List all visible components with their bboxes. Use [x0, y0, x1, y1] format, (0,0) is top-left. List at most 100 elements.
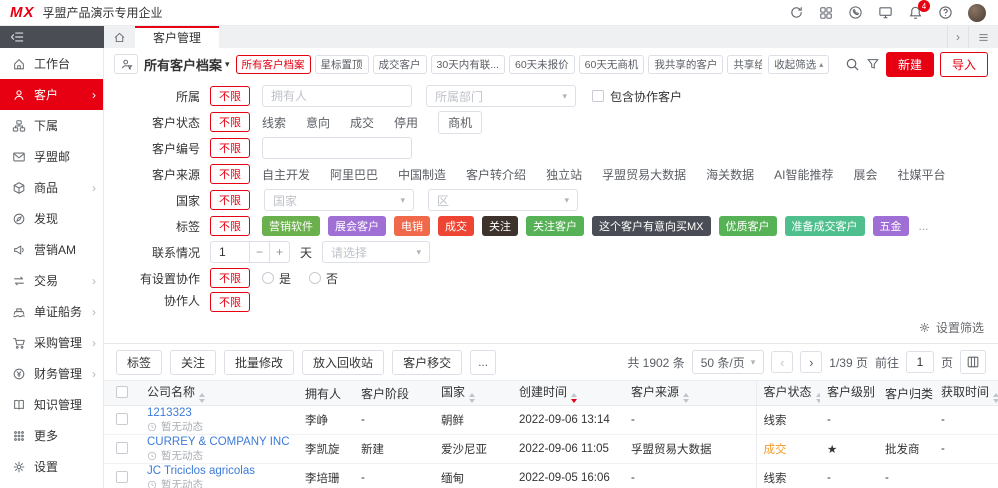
tab-list-icon[interactable]: [968, 26, 998, 48]
filter-settings-button[interactable]: 设置筛选: [104, 317, 998, 343]
bulk-action-button[interactable]: 批量修改: [224, 350, 294, 375]
help-icon[interactable]: [938, 5, 953, 20]
status-option[interactable]: 商机: [438, 111, 482, 134]
owner-input[interactable]: [262, 85, 412, 107]
tab-scroll-right-icon[interactable]: ›: [947, 26, 968, 48]
sort-icon[interactable]: [469, 393, 475, 403]
prev-page-button[interactable]: ‹: [771, 351, 793, 373]
sort-icon[interactable]: [816, 393, 820, 403]
filter-icon[interactable]: [866, 57, 880, 71]
sidebar-item-product[interactable]: 商品›: [0, 172, 103, 203]
status-option[interactable]: 成交: [350, 114, 374, 131]
unlimited-chip[interactable]: 不限: [210, 164, 250, 184]
unlimited-chip[interactable]: 不限: [210, 190, 250, 210]
quick-filter-chip[interactable]: 60天未报价: [509, 55, 575, 74]
unlimited-chip[interactable]: 不限: [210, 138, 250, 158]
tag-chip[interactable]: 展会客户: [328, 216, 386, 236]
sidebar-item-discover[interactable]: 发现: [0, 203, 103, 234]
column-header[interactable]: 客户级别: [820, 381, 878, 406]
saved-filter-icon[interactable]: [114, 54, 138, 74]
home-icon[interactable]: [104, 26, 135, 48]
source-option[interactable]: 阿里巴巴: [330, 166, 378, 183]
tag-chip[interactable]: 关注客户: [526, 216, 584, 236]
source-option[interactable]: 自主开发: [262, 166, 310, 183]
whatsapp-icon[interactable]: [848, 5, 863, 20]
tag-chip[interactable]: 优质客户: [719, 216, 777, 236]
more-tags-button[interactable]: ...: [919, 219, 929, 233]
sidebar-item-customer[interactable]: 客户›: [0, 79, 103, 110]
include-collab-checkbox[interactable]: 包含协作客户: [592, 88, 682, 105]
tag-chip[interactable]: 这个客户有意向买MX: [592, 216, 711, 236]
sidebar-item-marketing[interactable]: 营销AM: [0, 234, 103, 265]
tag-chip[interactable]: 成交: [438, 216, 474, 236]
tag-chip[interactable]: 关注: [482, 216, 518, 236]
select-all-checkbox[interactable]: [116, 386, 128, 398]
radio-yes[interactable]: 是: [262, 270, 291, 287]
unlimited-chip[interactable]: 不限: [210, 216, 250, 236]
source-option[interactable]: 社媒平台: [897, 166, 945, 183]
source-option[interactable]: 孚盟贸易大数据: [602, 166, 686, 183]
more-actions-button[interactable]: ...: [470, 350, 496, 375]
sidebar-item-more[interactable]: 更多: [0, 420, 103, 451]
tab-customer-management[interactable]: 客户管理: [135, 26, 219, 48]
sidebar-item-shipping[interactable]: 单证船务›: [0, 296, 103, 327]
sort-icon[interactable]: [683, 393, 689, 403]
radio-no[interactable]: 否: [309, 270, 338, 287]
quick-filter-chip[interactable]: 30天内有联...: [431, 55, 505, 74]
refresh-icon[interactable]: [789, 5, 804, 20]
source-option[interactable]: 展会: [853, 166, 877, 183]
column-header[interactable]: 国家: [434, 381, 512, 406]
country-select[interactable]: 国家▾: [264, 189, 414, 211]
unlimited-chip[interactable]: 不限: [210, 112, 250, 132]
view-title[interactable]: 所有客户档案▾: [144, 55, 230, 74]
source-option[interactable]: 独立站: [546, 166, 582, 183]
bulk-action-button[interactable]: 客户移交: [392, 350, 462, 375]
column-header[interactable]: 客户状态: [756, 381, 820, 406]
sidebar-item-knowledge[interactable]: 知识管理: [0, 389, 103, 420]
bulk-action-button[interactable]: 关注: [170, 350, 216, 375]
column-settings-icon[interactable]: [960, 350, 986, 374]
sidebar-item-purchase[interactable]: 采购管理›: [0, 327, 103, 358]
tag-chip[interactable]: 准备成交客户: [785, 216, 865, 236]
source-option[interactable]: 中国制造: [398, 166, 446, 183]
increment-button[interactable]: +: [270, 241, 290, 263]
apps-grid-icon[interactable]: [819, 6, 833, 20]
quick-filter-chip[interactable]: 共享给我的...: [727, 55, 762, 74]
sort-icon[interactable]: [199, 393, 205, 403]
goto-page-input[interactable]: [906, 351, 934, 373]
decrement-button[interactable]: −: [250, 241, 270, 263]
company-link[interactable]: CURREY & COMPANY INC: [147, 436, 291, 449]
search-icon[interactable]: [845, 57, 860, 72]
contact-days-input[interactable]: [210, 241, 250, 263]
row-checkbox[interactable]: [116, 442, 128, 454]
sidebar-item-trade[interactable]: 交易›: [0, 265, 103, 296]
bell-icon[interactable]: 4: [908, 5, 923, 20]
new-button[interactable]: 新建: [886, 52, 934, 77]
sidebar-item-subordinates[interactable]: 下属: [0, 110, 103, 141]
sidebar-collapse-button[interactable]: [0, 26, 104, 48]
sort-icon[interactable]: [993, 393, 998, 403]
customer-code-input[interactable]: [262, 137, 412, 159]
bulk-action-button[interactable]: 放入回收站: [302, 350, 384, 375]
tag-chip[interactable]: 电销: [394, 216, 430, 236]
sidebar-item-home[interactable]: 工作台: [0, 48, 103, 79]
unlimited-chip[interactable]: 不限: [210, 268, 250, 288]
column-header[interactable]: 公司名称: [140, 381, 298, 406]
row-checkbox[interactable]: [116, 413, 128, 425]
column-header[interactable]: 客户来源: [624, 381, 756, 406]
quick-filter-chip[interactable]: 60天无商机: [579, 55, 645, 74]
company-link[interactable]: JC Triciclos agricolas: [147, 465, 291, 478]
status-option[interactable]: 线索: [262, 114, 286, 131]
sort-icon[interactable]: [571, 393, 577, 403]
contact-type-select[interactable]: 请选择▾: [322, 241, 430, 263]
row-checkbox[interactable]: [116, 471, 128, 483]
region-select[interactable]: 区▾: [428, 189, 578, 211]
company-link[interactable]: 1213323: [147, 407, 291, 420]
quick-filter-chip[interactable]: 所有客户档案: [236, 55, 311, 74]
status-option[interactable]: 意向: [306, 114, 330, 131]
unlimited-chip[interactable]: 不限: [210, 86, 250, 106]
monitor-icon[interactable]: [878, 5, 893, 20]
status-option[interactable]: 停用: [394, 114, 418, 131]
source-option[interactable]: AI智能推荐: [774, 166, 833, 183]
column-header[interactable]: 获取时间: [934, 381, 998, 406]
